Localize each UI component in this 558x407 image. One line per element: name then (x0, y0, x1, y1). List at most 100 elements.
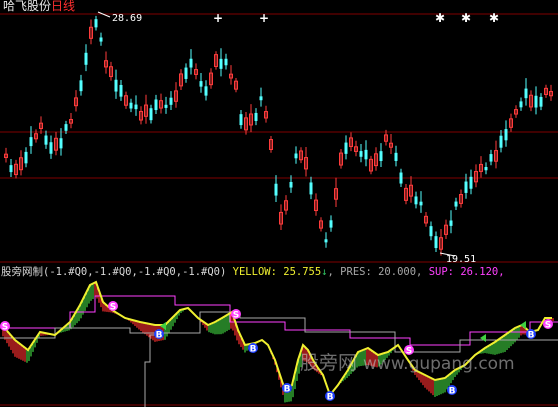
candle-down (84, 52, 88, 65)
candle-down (464, 181, 468, 193)
indicator-panel: BBBBBBSSSSS (0, 280, 558, 407)
candle-down (484, 166, 488, 171)
indicator-name[interactable]: 股旁网制 (1, 266, 43, 278)
candle-down (224, 58, 228, 66)
sell-marker-label: S (110, 303, 116, 313)
sup-label: SUP: (428, 266, 454, 278)
candle-down (79, 80, 83, 92)
signal-mark: ✱ (435, 11, 445, 25)
candle-down (24, 151, 28, 164)
candle-down (259, 96, 263, 101)
candle-down (274, 183, 278, 196)
candle-down (9, 165, 13, 173)
sell-marker-label: S (545, 321, 551, 331)
candle-down (129, 102, 133, 109)
stock-name: 哈飞股份 (3, 0, 52, 13)
candle-down (394, 152, 398, 161)
candle-down (454, 201, 458, 207)
yellow-label: YELLOW: (232, 266, 277, 278)
candle-down (534, 95, 538, 108)
candle-down (49, 142, 53, 154)
arrow-accent (480, 334, 486, 342)
candle-down (329, 220, 333, 228)
candle-down (119, 84, 123, 97)
candle-down (504, 129, 508, 141)
candle-down (519, 101, 523, 108)
sell-marker-label: S (2, 323, 8, 333)
sell-marker-label: S (233, 311, 239, 321)
watermark-text: 股旁网 (300, 352, 358, 374)
buy-marker-label: B (284, 385, 291, 395)
candle-down (44, 135, 48, 145)
candle-down (219, 58, 223, 69)
candle-down (134, 104, 138, 110)
candle-down (64, 124, 68, 131)
candle-down (29, 137, 33, 147)
candle-down (199, 81, 203, 87)
candle-down (324, 239, 328, 243)
watermark-url: www.gupang.com (363, 354, 515, 374)
pres-value: 20.000 (378, 266, 417, 278)
grid-lines (0, 13, 558, 406)
candle-down (189, 58, 193, 68)
candle-down (379, 151, 383, 162)
buy-marker-label: B (528, 331, 535, 341)
max-price-label: 28.69 (112, 13, 142, 24)
candle-down (499, 135, 503, 148)
buy-marker-label: B (156, 331, 163, 341)
candle-down (419, 201, 423, 206)
price-annotations: 28.69 19.51 (97, 11, 476, 265)
candle-down (539, 96, 543, 107)
candle-down (449, 220, 453, 226)
candle-down (169, 97, 173, 105)
min-price-label: 19.51 (446, 254, 476, 265)
candlestick-series (4, 15, 553, 256)
watermark: 股旁网 www.gupang.com (300, 354, 515, 374)
candle-down (239, 114, 243, 126)
candle-down (204, 86, 208, 96)
candle-down (164, 104, 168, 108)
buy-marker-label: B (327, 393, 334, 403)
sup-line (0, 295, 558, 346)
candle-down (434, 236, 438, 249)
candle-down (524, 88, 528, 99)
candle-down (429, 226, 433, 237)
candle-down (59, 138, 63, 149)
signal-mark: + (213, 11, 223, 25)
candle-down (99, 37, 103, 42)
candle-down (489, 154, 493, 162)
candle-down (344, 142, 348, 154)
candle-down (359, 151, 363, 157)
pres-line-lower (144, 334, 160, 407)
candle-down (114, 79, 118, 92)
signal-marks: + + ✱ ✱ ✱ (213, 11, 499, 25)
signal-mark: ✱ (489, 11, 499, 25)
candle-down (289, 181, 293, 188)
signal-mark: ✱ (461, 11, 471, 25)
candle-down (469, 176, 473, 189)
yellow-value: 25.755 (283, 266, 322, 278)
candle-down (364, 149, 368, 160)
sup-trailing: , (498, 266, 505, 278)
candle-down (149, 108, 153, 121)
pres-separator: , (416, 266, 423, 278)
buy-marker-label: B (250, 345, 257, 355)
pres-separator: , (327, 266, 334, 278)
signal-mark: + (259, 11, 269, 25)
candle-down (309, 182, 313, 195)
candle-down (414, 196, 418, 205)
buy-marker-label: B (449, 387, 456, 397)
chart-window: 28.69 19.51 + + ✱ ✱ ✱ BBBBBBSSSSS 哈飞股份 日线 股旁网… (0, 0, 558, 407)
candle-down (94, 19, 98, 28)
indicator-title-bar: 股旁网制(-1.#Q0,-1.#Q0,-1.#Q0,-1.#Q0) YELLOW… (1, 265, 505, 279)
candle-down (254, 112, 258, 121)
period-label[interactable]: 日线 (51, 0, 75, 13)
pres-label: PRES: (340, 266, 372, 278)
chart-canvas[interactable]: 28.6919.51 + + ✱ ✱ ✱ BBBBBBSSSSS (0, 0, 558, 407)
indicator-params: (-1.#Q0,-1.#Q0,-1.#Q0,-1.#Q0) (43, 266, 227, 278)
sup-value: 26.120 (460, 266, 499, 278)
candle-down (154, 99, 158, 111)
candle-down (294, 153, 298, 159)
candle-down (184, 67, 188, 79)
candle-down (399, 172, 403, 184)
